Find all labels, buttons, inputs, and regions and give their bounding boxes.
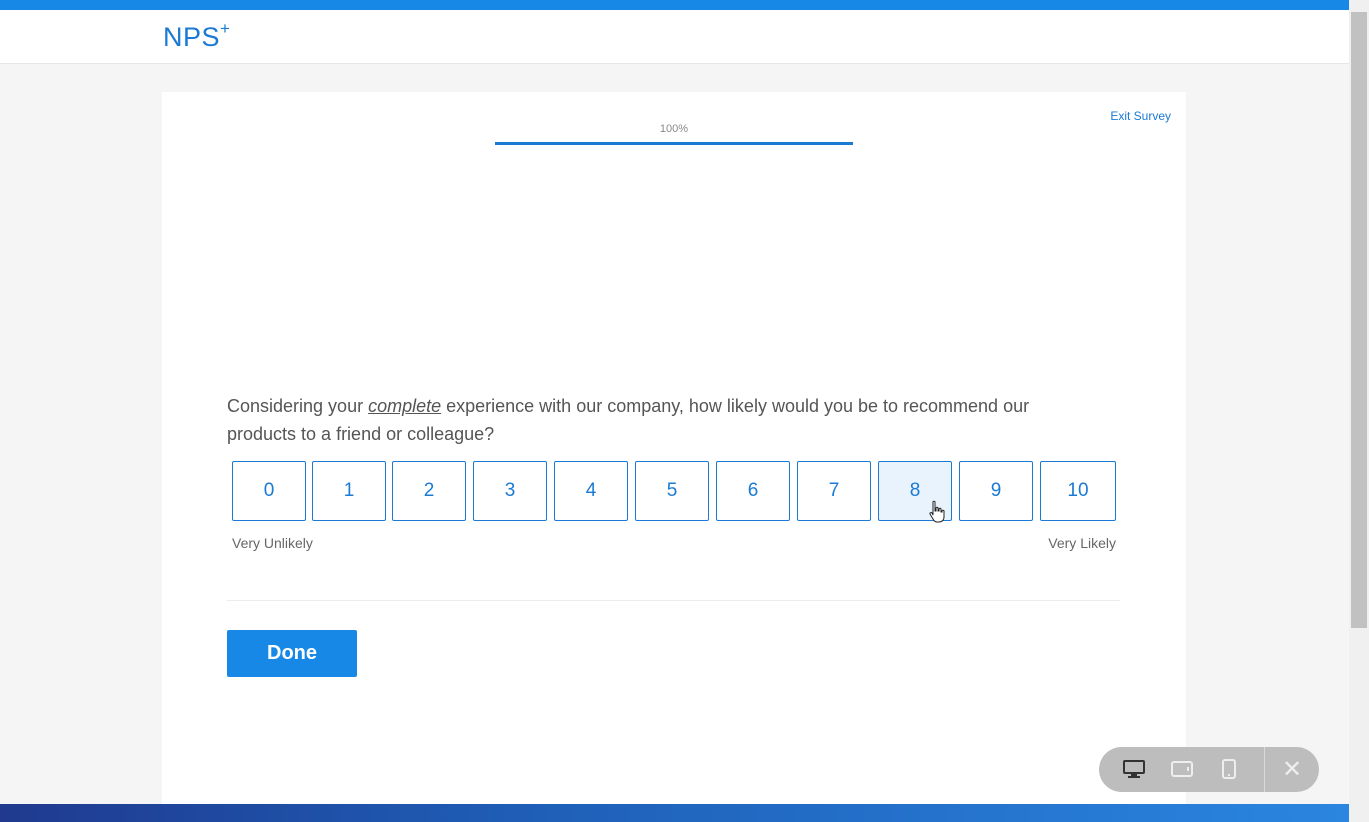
top-accent-bar bbox=[0, 0, 1349, 10]
tablet-icon[interactable] bbox=[1169, 757, 1195, 781]
question-emphasis: complete bbox=[368, 396, 442, 416]
nps-option-4[interactable]: 4 bbox=[554, 461, 628, 521]
device-preview-toolbar: ✕ bbox=[1099, 747, 1319, 792]
nps-logo: NPS+ bbox=[163, 19, 231, 53]
nps-option-5[interactable]: 5 bbox=[635, 461, 709, 521]
progress-fill bbox=[495, 142, 853, 145]
toolbar-separator bbox=[1264, 747, 1265, 792]
scale-high-label: Very Likely bbox=[1048, 535, 1116, 551]
nps-option-0[interactable]: 0 bbox=[232, 461, 306, 521]
nps-option-1[interactable]: 1 bbox=[312, 461, 386, 521]
nps-option-2[interactable]: 2 bbox=[392, 461, 466, 521]
question-part-1: Considering your bbox=[227, 396, 369, 416]
app-header: NPS+ bbox=[0, 10, 1349, 64]
scale-low-label: Very Unlikely bbox=[232, 535, 313, 551]
done-button[interactable]: Done bbox=[227, 630, 357, 677]
scrollbar-thumb[interactable] bbox=[1351, 12, 1367, 628]
close-icon[interactable]: ✕ bbox=[1279, 755, 1305, 783]
progress-bar bbox=[495, 142, 853, 145]
logo-text: NPS bbox=[163, 22, 221, 52]
divider bbox=[227, 600, 1120, 601]
hand-cursor-icon bbox=[929, 500, 945, 523]
footer-gradient-bar bbox=[0, 804, 1349, 822]
nps-scale: 0 1 2 3 4 5 6 7 8 9 10 bbox=[232, 461, 1116, 523]
phone-icon[interactable] bbox=[1216, 757, 1242, 781]
nps-option-10[interactable]: 10 bbox=[1040, 461, 1116, 521]
survey-card: Exit Survey 100% Considering your comple… bbox=[162, 92, 1186, 822]
question-text: Considering your complete experience wit… bbox=[227, 392, 1087, 448]
nps-option-3[interactable]: 3 bbox=[473, 461, 547, 521]
progress-label: 100% bbox=[659, 123, 689, 135]
nps-option-7[interactable]: 7 bbox=[797, 461, 871, 521]
nps-option-6[interactable]: 6 bbox=[716, 461, 790, 521]
nps-option-9[interactable]: 9 bbox=[959, 461, 1033, 521]
logo-suffix: + bbox=[220, 19, 231, 38]
exit-survey-link[interactable]: Exit Survey bbox=[1110, 109, 1171, 123]
desktop-icon[interactable] bbox=[1121, 757, 1147, 781]
